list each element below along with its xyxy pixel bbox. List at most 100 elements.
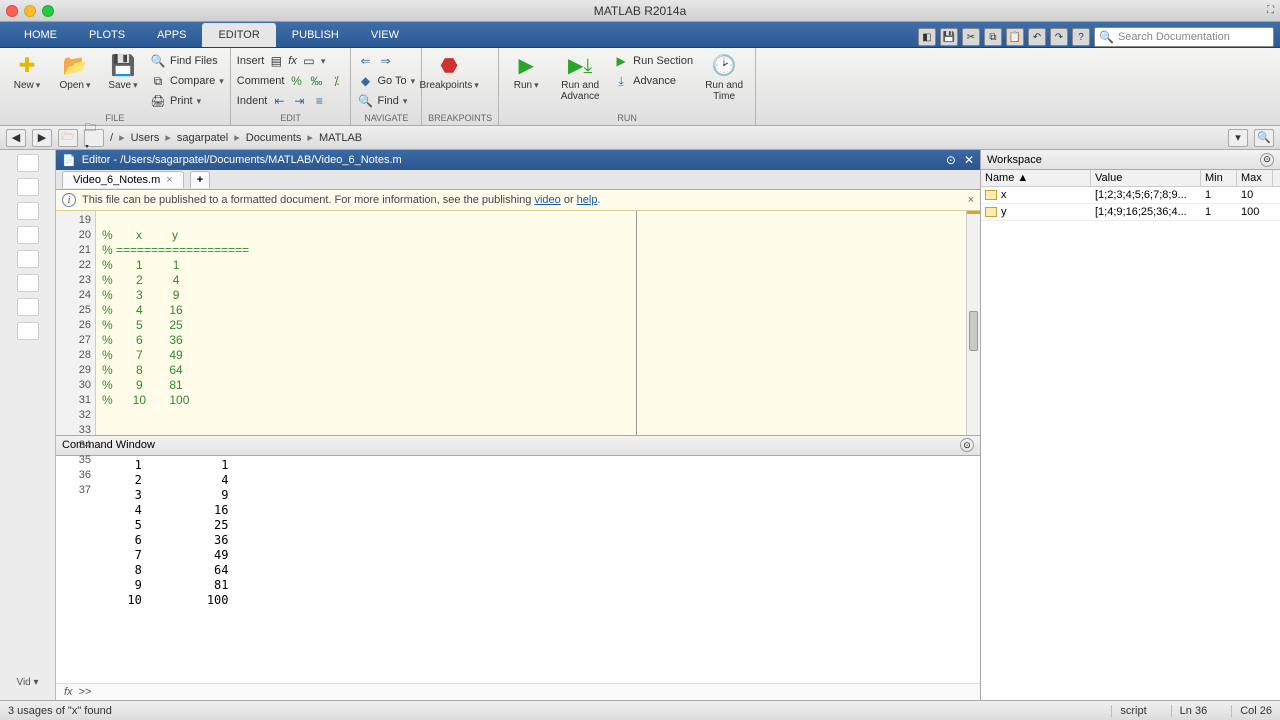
- breadcrumb[interactable]: /▸ Users▸ sagarpatel▸ Documents▸ MATLAB: [110, 131, 362, 144]
- browse-button[interactable]: 🗀 ▾: [84, 129, 104, 147]
- close-notice-icon[interactable]: ×: [968, 194, 974, 206]
- status-mode: script: [1111, 705, 1146, 717]
- sidebar-icon[interactable]: [17, 154, 39, 172]
- scrollbar-thumb[interactable]: [969, 311, 978, 351]
- new-tab-button[interactable]: +: [190, 171, 210, 188]
- workspace-row[interactable]: y [1;4;9;16;25;36;4... 1 100: [981, 204, 1280, 221]
- sidebar-icon[interactable]: [17, 202, 39, 220]
- find-files-button[interactable]: 🔍Find Files: [150, 52, 224, 70]
- sidebar-icon[interactable]: [17, 226, 39, 244]
- save-layout-icon[interactable]: ◧: [918, 28, 936, 46]
- section-file: FILE: [6, 113, 224, 125]
- line-gutter: 19202122232425262728293031323334 35 36 3…: [56, 211, 96, 435]
- workspace-row[interactable]: x [1;2;3;4;5;6;7;8;9... 1 10: [981, 187, 1280, 204]
- col-value[interactable]: Value: [1091, 170, 1201, 186]
- video-link[interactable]: video: [534, 194, 560, 206]
- path-dropdown[interactable]: ▾: [1228, 129, 1248, 147]
- tab-apps[interactable]: APPS: [141, 23, 202, 47]
- find-button[interactable]: 🔍Find ▾: [357, 92, 415, 110]
- run-button[interactable]: ▶Run: [505, 50, 547, 91]
- workspace-header: Workspace ⊙: [981, 150, 1280, 170]
- search-icon: 🔍: [1099, 30, 1114, 44]
- code-content[interactable]: % x y% ===================% 1 1% 2 4% 3 …: [96, 211, 966, 435]
- workspace-table: Name ▲ Value Min Max x [1;2;3;4;5;6;7;8;…: [981, 170, 1280, 221]
- search-docs-input[interactable]: 🔍 Search Documentation: [1094, 27, 1274, 47]
- status-line: Ln 36: [1171, 705, 1208, 717]
- address-bar: ◀ ▶ 🗁 🗀 ▾ /▸ Users▸ sagarpatel▸ Document…: [0, 126, 1280, 150]
- insert-button[interactable]: Insert ▤ fx ▭ ▾: [237, 52, 345, 70]
- indent-button[interactable]: Indent ⇤⇥≡: [237, 92, 345, 110]
- save-button[interactable]: 💾Save: [102, 50, 144, 91]
- nav-arrows[interactable]: ⇐⇒: [357, 52, 415, 70]
- help-link[interactable]: help: [577, 194, 598, 206]
- vid-label[interactable]: Vid ▾: [16, 677, 38, 688]
- up-folder-button[interactable]: 🗁: [58, 129, 78, 147]
- status-bar: 3 usages of "x" found script Ln 36 Col 2…: [0, 700, 1280, 720]
- left-sidebar: Vid ▾: [0, 150, 56, 700]
- editor-titlebar: 📄 Editor - /Users/sagarpatel/Documents/M…: [56, 150, 980, 170]
- file-tab-strip: Video_6_Notes.m× +: [56, 170, 980, 190]
- tab-view[interactable]: VIEW: [355, 23, 415, 47]
- advance-button[interactable]: ⤓Advance: [613, 72, 693, 90]
- status-col: Col 26: [1231, 705, 1272, 717]
- fx-icon[interactable]: fx: [64, 686, 73, 698]
- section-navigate: NAVIGATE: [357, 113, 415, 125]
- breakpoints-button[interactable]: ⬣Breakpoints: [428, 50, 470, 91]
- new-button[interactable]: ✚New: [6, 50, 48, 91]
- status-message: 3 usages of "x" found: [8, 705, 112, 717]
- col-min[interactable]: Min: [1201, 170, 1237, 186]
- close-tab-icon[interactable]: ×: [166, 174, 172, 186]
- undo-icon[interactable]: ↶: [1028, 28, 1046, 46]
- sidebar-icon[interactable]: [17, 250, 39, 268]
- run-section-button[interactable]: ▶Run Section: [613, 52, 693, 70]
- open-button[interactable]: 📂Open: [54, 50, 96, 91]
- sidebar-icon[interactable]: [17, 178, 39, 196]
- editor-scrollbar[interactable]: [966, 211, 980, 435]
- sidebar-icon[interactable]: [17, 322, 39, 340]
- code-warning-marker[interactable]: [967, 211, 980, 214]
- print-button[interactable]: 🖨Print ▾: [150, 92, 224, 110]
- dock-cmd-icon[interactable]: ⊙: [960, 438, 974, 452]
- comment-button[interactable]: Comment %‰⁒: [237, 72, 345, 90]
- forward-button[interactable]: ▶: [32, 129, 52, 147]
- command-window-output[interactable]: 1 1 2 4 3 9 4 16 5 25 6 36 7 49 8 64 9 8…: [56, 456, 980, 684]
- publish-notice: i This file can be published to a format…: [56, 190, 980, 211]
- back-button[interactable]: ◀: [6, 129, 26, 147]
- paste-icon[interactable]: 📋: [1006, 28, 1024, 46]
- dock-icon[interactable]: ⊙: [946, 153, 956, 167]
- tab-publish[interactable]: PUBLISH: [276, 23, 355, 47]
- goto-button[interactable]: ◆Go To ▾: [357, 72, 415, 90]
- col-max[interactable]: Max: [1237, 170, 1273, 186]
- path-search-icon[interactable]: 🔍: [1254, 129, 1274, 147]
- code-editor[interactable]: 19202122232425262728293031323334 35 36 3…: [56, 211, 980, 436]
- command-prompt[interactable]: fx>>: [56, 683, 980, 700]
- variable-icon: [985, 190, 997, 200]
- tab-home[interactable]: HOME: [8, 23, 73, 47]
- search-placeholder: Search Documentation: [1118, 31, 1230, 43]
- toolstrip: ✚New 📂Open 💾Save 🔍Find Files ⧉Compare ▾ …: [0, 48, 1280, 126]
- info-icon: i: [62, 193, 76, 207]
- section-run: RUN: [505, 113, 749, 125]
- os-titlebar: MATLAB R2014a ⛶: [0, 0, 1280, 22]
- editor-doc-icon: 📄: [62, 154, 76, 167]
- tab-editor[interactable]: EDITOR: [202, 23, 275, 47]
- help-icon[interactable]: ?: [1072, 28, 1090, 46]
- dock-workspace-icon[interactable]: ⊙: [1260, 153, 1274, 167]
- tab-plots[interactable]: PLOTS: [73, 23, 141, 47]
- file-tab[interactable]: Video_6_Notes.m×: [62, 171, 184, 188]
- col-name[interactable]: Name ▲: [981, 170, 1091, 186]
- compare-button[interactable]: ⧉Compare ▾: [150, 72, 224, 90]
- cut-icon[interactable]: ✂: [962, 28, 980, 46]
- sidebar-icon[interactable]: [17, 274, 39, 292]
- redo-icon[interactable]: ↷: [1050, 28, 1068, 46]
- variable-icon: [985, 207, 997, 217]
- sidebar-icon[interactable]: [17, 298, 39, 316]
- close-editor-icon[interactable]: ✕: [964, 153, 974, 167]
- run-advance-button[interactable]: ▶⤓Run and Advance: [553, 50, 607, 102]
- save-icon[interactable]: 💾: [940, 28, 958, 46]
- command-window-header: Command Window ⊙: [56, 436, 980, 456]
- ribbon-tab-strip: HOME PLOTS APPS EDITOR PUBLISH VIEW ◧ 💾 …: [0, 22, 1280, 48]
- run-time-button[interactable]: 🕑Run and Time: [699, 50, 749, 102]
- copy-icon[interactable]: ⧉: [984, 28, 1002, 46]
- section-edit: EDIT: [237, 113, 345, 125]
